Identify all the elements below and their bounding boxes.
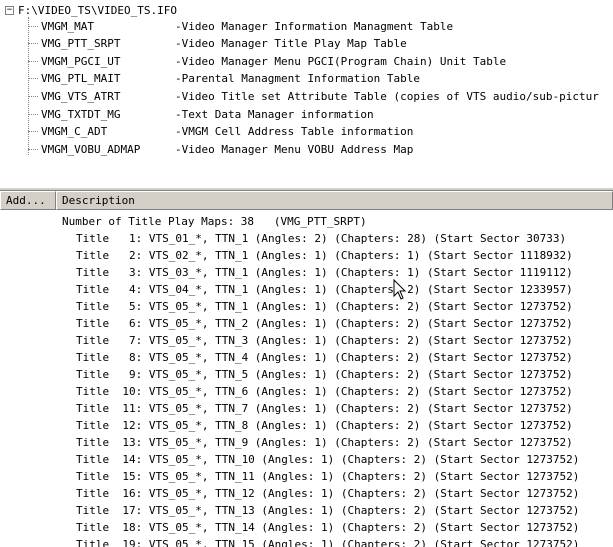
tree-item[interactable]: VMG_TXTDT_MG -Text Data Manager informati…: [28, 105, 374, 123]
tree-item-description: -Video Manager Menu PGCI(Program Chain) …: [175, 54, 507, 68]
tree-item[interactable]: VMGM_MAT -Video Manager Information Manag…: [28, 17, 453, 35]
tree-item[interactable]: VMG_VTS_ATRT -Video Title set Attribute T…: [28, 87, 599, 105]
tree-item-description: -Video Title set Attribute Table (copies…: [175, 89, 599, 103]
tree-branch-line: [28, 43, 38, 45]
tree-item-description: -Parental Managment Information Table: [175, 72, 421, 86]
mouse-pointer-icon: [393, 279, 407, 300]
title-row[interactable]: Title 15: VTS_05_*, TTN_11 (Angles: 1) (…: [76, 468, 579, 485]
tree-item-description: -Video Manager Title Play Map Table: [175, 37, 407, 51]
title-row[interactable]: Title 9: VTS_05_*, TTN_5 (Angles: 1) (Ch…: [76, 366, 573, 383]
tree-item[interactable]: VMG_PTT_SRPT -Video Manager Title Play Ma…: [28, 35, 407, 53]
title-row[interactable]: Title 10: VTS_05_*, TTN_6 (Angles: 1) (C…: [76, 383, 573, 400]
title-row[interactable]: Title 17: VTS_05_*, TTN_13 (Angles: 1) (…: [76, 502, 579, 519]
tree-item-name: VMG_PTL_MAIT: [41, 72, 121, 86]
title-row[interactable]: Title 12: VTS_05_*, TTN_8 (Angles: 1) (C…: [76, 417, 573, 434]
description-list[interactable]: Number of Title Play Maps: 38 (VMG_PTT_S…: [0, 211, 613, 547]
title-row[interactable]: Title 5: VTS_05_*, TTN_1 (Angles: 1) (Ch…: [76, 298, 573, 315]
column-header-description[interactable]: Description: [56, 191, 613, 210]
tree-item-description: -Video Manager Information Managment Tab…: [175, 19, 454, 33]
tree-root-label[interactable]: F:\VIDEO_TS\VIDEO_TS.IFO: [18, 4, 177, 17]
tree-item-name: VMG_PTT_SRPT: [41, 37, 121, 51]
tree-item-name: VMGM_PGCI_UT: [41, 54, 121, 68]
collapse-toggle-icon[interactable]: −: [5, 5, 14, 15]
title-row[interactable]: Title 13: VTS_05_*, TTN_9 (Angles: 1) (C…: [76, 434, 573, 451]
tree-item-name: VMGM_VOBU_ADMAP: [41, 142, 141, 156]
column-header-add[interactable]: Add...: [0, 191, 56, 210]
tree-branch-line: [28, 113, 38, 115]
tree-branch-line: [28, 95, 38, 97]
tree-item-name: VMG_VTS_ATRT: [41, 89, 121, 103]
tree-branch-line: [28, 60, 38, 62]
list-header: Add... Description: [0, 191, 613, 210]
title-row[interactable]: Title 19: VTS_05_*, TTN_15 (Angles: 1) (…: [76, 536, 579, 547]
title-row[interactable]: Title 4: VTS_04_*, TTN_1 (Angles: 1) (Ch…: [76, 281, 573, 298]
tree-root-node[interactable]: − F:\VIDEO_TS\VIDEO_TS.IFO: [5, 3, 177, 17]
tree-branch-line: [28, 25, 38, 27]
tree-item-description: -VMGM Cell Address Table information: [175, 125, 414, 139]
tree-item-description: -Text Data Manager information: [175, 107, 374, 121]
tree-item-name: VMG_TXTDT_MG: [41, 107, 121, 121]
title-row[interactable]: Title 16: VTS_05_*, TTN_12 (Angles: 1) (…: [76, 485, 579, 502]
tree-item[interactable]: VMGM_VOBU_ADMAP -Video Manager Menu VOBU …: [28, 140, 413, 158]
tree-branch-line: [28, 78, 38, 80]
tree-branch-line: [28, 131, 38, 133]
tree-item[interactable]: VMG_PTL_MAIT -Parental Managment Informat…: [28, 70, 420, 88]
title-row[interactable]: Title 7: VTS_05_*, TTN_3 (Angles: 1) (Ch…: [76, 332, 573, 349]
title-play-map-summary: Number of Title Play Maps: 38 (VMG_PTT_S…: [62, 215, 367, 228]
tree-item[interactable]: VMGM_PGCI_UT -Video Manager Menu PGCI(Pro…: [28, 52, 506, 70]
tree-item-name: VMGM_MAT: [41, 19, 94, 33]
title-row[interactable]: Title 6: VTS_05_*, TTN_2 (Angles: 1) (Ch…: [76, 315, 573, 332]
title-row[interactable]: Title 8: VTS_05_*, TTN_4 (Angles: 1) (Ch…: [76, 349, 573, 366]
title-row[interactable]: Title 3: VTS_03_*, TTN_1 (Angles: 1) (Ch…: [76, 264, 573, 281]
title-row[interactable]: Title 11: VTS_05_*, TTN_7 (Angles: 1) (C…: [76, 400, 573, 417]
tree-item-name: VMGM_C_ADT: [41, 125, 108, 139]
tree-item[interactable]: VMGM_C_ADT -VMGM Cell Address Table infor…: [28, 123, 413, 141]
tree-item-description: -Video Manager Menu VOBU Address Map: [175, 142, 414, 156]
title-row[interactable]: Title 2: VTS_02_*, TTN_1 (Angles: 1) (Ch…: [76, 247, 573, 264]
title-row[interactable]: Title 1: VTS_01_*, TTN_1 (Angles: 2) (Ch…: [76, 230, 566, 247]
tree-branch-line: [28, 148, 38, 150]
title-row[interactable]: Title 14: VTS_05_*, TTN_10 (Angles: 1) (…: [76, 451, 579, 468]
title-row[interactable]: Title 18: VTS_05_*, TTN_14 (Angles: 1) (…: [76, 519, 579, 536]
tree-view[interactable]: − F:\VIDEO_TS\VIDEO_TS.IFO VMGM_MAT -Vide…: [0, 0, 613, 187]
